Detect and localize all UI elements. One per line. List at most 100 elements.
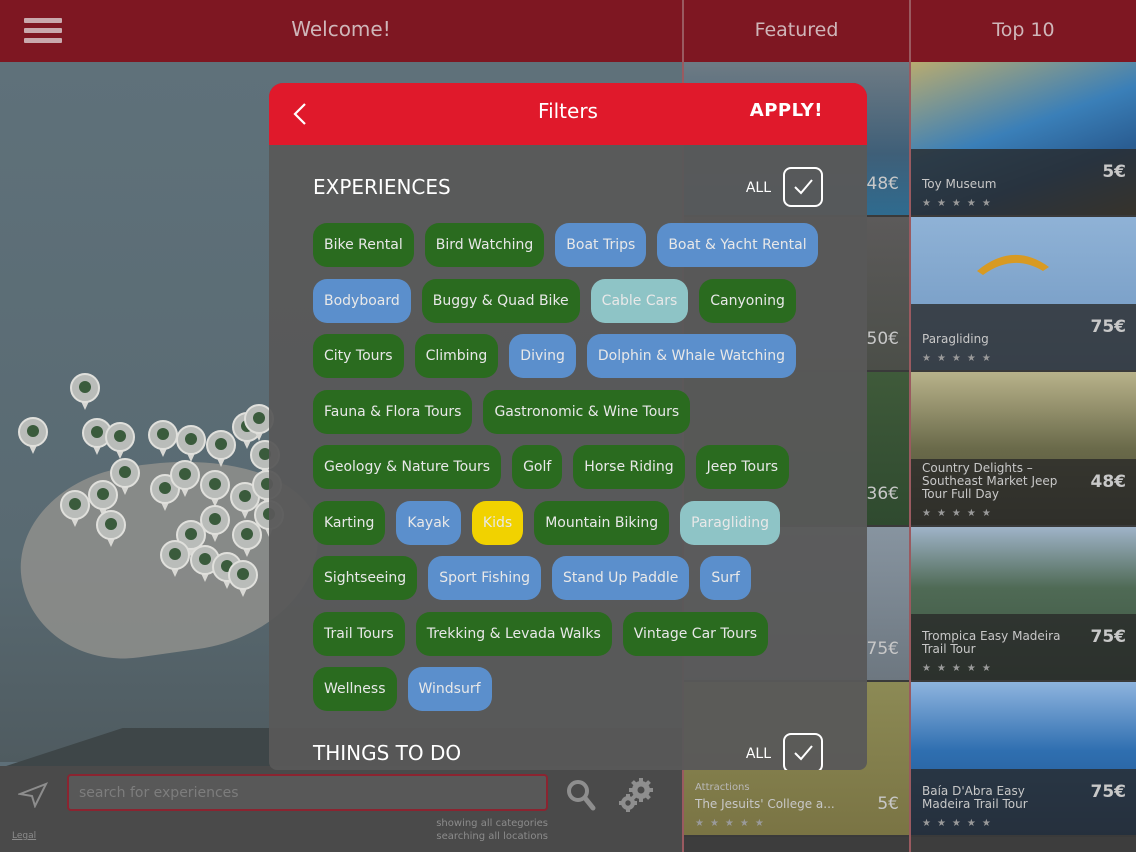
filter-tag-karting[interactable]: Karting: [313, 500, 386, 545]
legal-link[interactable]: Legal: [12, 831, 36, 841]
map-pin-icon[interactable]: [148, 420, 178, 458]
top10-title: Trompica Easy Madeira Trail Tour: [922, 629, 1061, 656]
filter-tag-jeep-tours[interactable]: Jeep Tours: [695, 445, 790, 489]
rating-stars: ★★★★★: [922, 818, 997, 829]
featured-price: 36€: [866, 484, 899, 504]
filter-tag-canyoning[interactable]: Canyoning: [699, 278, 796, 323]
top10-title: Country Delights – Southeast Market Jeep…: [922, 461, 1058, 501]
things-section-header: THINGS TO DO ALL: [313, 733, 823, 770]
featured-price: 5€: [877, 794, 899, 814]
tag-row: Bike Rental Bird Watching Boat Trips Boat &…: [313, 223, 833, 267]
tag-row: Bodyboard Buggy & Quad Bike Cable Cars Cany…: [313, 278, 833, 323]
filter-tag-boat-trips[interactable]: Boat Trips: [555, 223, 647, 267]
filter-tag-buggy-quad-bike[interactable]: Buggy & Quad Bike: [421, 278, 580, 323]
filter-tag-diving[interactable]: Diving: [509, 334, 576, 378]
featured-price: 48€: [866, 174, 899, 194]
map-pin-icon[interactable]: [176, 425, 206, 463]
filter-tag-bike-rental[interactable]: Bike Rental: [313, 223, 414, 267]
filter-tag-paragliding[interactable]: Paragliding: [680, 500, 781, 545]
featured-title: The Jesuits' College a...: [695, 797, 835, 811]
paraglider-illustration: [977, 254, 1049, 275]
filter-tag-mountain-biking[interactable]: Mountain Biking: [534, 500, 670, 545]
filters-modal: Filters APPLY! EXPERIENCES ALL Bike Rent…: [269, 83, 867, 770]
things-all-checkbox[interactable]: [783, 733, 823, 770]
experiences-title: EXPERIENCES: [313, 175, 451, 199]
filter-tag-wellness[interactable]: Wellness: [313, 667, 397, 711]
map-pin-icon[interactable]: [96, 510, 126, 548]
filter-tag-sightseeing[interactable]: Sightseeing: [313, 556, 418, 600]
map-pin-icon[interactable]: [170, 460, 200, 498]
filter-tag-horse-riding[interactable]: Horse Riding: [573, 445, 685, 489]
map-pin-icon[interactable]: [18, 417, 48, 455]
top10-card[interactable]: Paragliding 75€ ★★★★★: [911, 217, 1136, 372]
tag-row: Sightseeing Sport Fishing Stand Up Paddle S…: [313, 556, 833, 600]
map-pin-icon[interactable]: [160, 540, 190, 578]
filter-tag-climbing[interactable]: Climbing: [414, 334, 499, 378]
map-pin-icon[interactable]: [105, 422, 135, 460]
featured-category: Attractions: [695, 782, 750, 793]
checkmark-icon: [794, 745, 813, 761]
map-pin-icon[interactable]: [60, 490, 90, 528]
top10-title: Toy Museum: [922, 177, 997, 191]
filter-tag-trekking-levada-walks[interactable]: Trekking & Levada Walks: [415, 611, 612, 656]
experiences-section-header: EXPERIENCES ALL: [313, 167, 823, 207]
top10-title: Paragliding: [922, 332, 989, 346]
top10-price: 5€: [1102, 162, 1126, 182]
checkmark-icon: [794, 179, 813, 195]
filter-tag-trail-tours[interactable]: Trail Tours: [313, 611, 405, 656]
featured-header[interactable]: Featured: [684, 0, 909, 62]
apply-button[interactable]: APPLY!: [750, 100, 823, 121]
featured-price: 50€: [866, 329, 899, 349]
filter-tag-fauna-flora-tours[interactable]: Fauna & Flora Tours: [313, 389, 473, 434]
top10-card[interactable]: Trompica Easy Madeira Trail Tour 75€ ★★★…: [911, 527, 1136, 682]
map-pin-icon[interactable]: [200, 470, 230, 508]
filter-tag-geology-nature-tours[interactable]: Geology & Nature Tours: [313, 445, 502, 489]
map-pin-icon[interactable]: [228, 560, 258, 598]
filter-tag-dolphin-whale-watching[interactable]: Dolphin & Whale Watching: [586, 334, 796, 378]
filter-tag-bird-watching[interactable]: Bird Watching: [424, 223, 545, 267]
top10-price: 75€: [1090, 782, 1127, 802]
top-bar: Welcome!: [0, 0, 682, 62]
top10-header[interactable]: Top 10: [911, 0, 1136, 62]
top10-card[interactable]: Toy Museum 5€ ★★★★★: [911, 62, 1136, 217]
filters-header: Filters APPLY!: [269, 83, 867, 145]
location-arrow-icon[interactable]: [18, 782, 48, 808]
filter-tag-kids[interactable]: Kids: [471, 500, 524, 545]
filter-tag-bodyboard[interactable]: Bodyboard: [313, 278, 411, 323]
top10-card[interactable]: Baía D'Abra Easy Madeira Trail Tour 75€ …: [911, 682, 1136, 837]
filter-tag-gastronomic-wine-tours[interactable]: Gastronomic & Wine Tours: [483, 389, 691, 434]
filter-tag-sport-fishing[interactable]: Sport Fishing: [428, 556, 541, 600]
top10-price: 75€: [1090, 627, 1127, 647]
top10-card[interactable]: Country Delights – Southeast Market Jeep…: [911, 372, 1136, 527]
top10-price: 48€: [1090, 472, 1127, 492]
top10-price: 75€: [1090, 317, 1127, 337]
welcome-title: Welcome!: [291, 17, 391, 41]
filter-tag-city-tours[interactable]: City Tours: [313, 334, 404, 378]
rating-stars: ★★★★★: [922, 663, 997, 674]
experiences-all-label: ALL: [745, 180, 771, 196]
tag-row: Trail Tours Trekking & Levada Walks Vintag…: [313, 611, 833, 656]
top10-title: Baía D'Abra Easy Madeira Trail Tour: [922, 784, 1028, 811]
gear-icon[interactable]: [617, 776, 655, 814]
filter-tag-stand-up-paddle[interactable]: Stand Up Paddle: [551, 556, 690, 600]
filter-tag-kayak[interactable]: Kayak: [396, 500, 461, 545]
tag-row: City Tours Climbing Diving Dolphin & Whale …: [313, 334, 833, 378]
rating-stars: ★★★★★: [922, 508, 997, 519]
filter-tag-boat-yacht-rental[interactable]: Boat & Yacht Rental: [657, 223, 818, 267]
tag-row: Geology & Nature Tours Golf Horse Riding Je…: [313, 445, 833, 489]
rating-stars: ★★★★★: [695, 818, 770, 829]
search-icon[interactable]: [566, 779, 596, 811]
search-status: showing all categories searching all loc…: [436, 817, 548, 843]
filter-tag-golf[interactable]: Golf: [512, 445, 563, 489]
filter-tag-vintage-car-tours[interactable]: Vintage Car Tours: [622, 611, 769, 656]
map-pin-icon[interactable]: [70, 373, 100, 411]
filter-tag-cable-cars[interactable]: Cable Cars: [590, 278, 689, 323]
map-pin-icon[interactable]: [200, 505, 230, 543]
filter-tag-windsurf[interactable]: Windsurf: [407, 667, 492, 711]
status-locations: searching all locations: [436, 831, 548, 842]
things-all-label: ALL: [745, 746, 771, 762]
tag-row: Wellness Windsurf: [313, 667, 833, 711]
search-input[interactable]: [67, 774, 548, 811]
filter-tag-surf[interactable]: Surf: [700, 556, 751, 600]
experiences-all-checkbox[interactable]: [783, 167, 823, 207]
